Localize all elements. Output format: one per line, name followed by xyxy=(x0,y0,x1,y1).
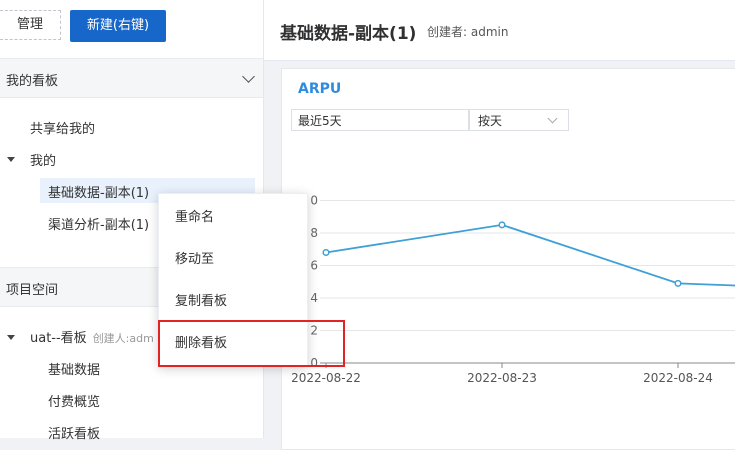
my-boards-header[interactable]: 我的看板 xyxy=(0,58,263,98)
x-tick-label: 2022-08-22 xyxy=(291,371,361,385)
group-creator: 创建人:adm xyxy=(92,332,154,345)
x-tick-label: 2022-08-23 xyxy=(467,371,537,385)
y-tick-label: 4 xyxy=(310,291,318,305)
chevron-down-icon[interactable] xyxy=(242,70,255,83)
group-name: uat--看板 xyxy=(30,331,87,346)
menu-item-rename[interactable]: 重命名 xyxy=(175,206,214,225)
data-point xyxy=(322,248,330,257)
tree-item-basic-data[interactable]: 基础数据 xyxy=(48,359,100,378)
tree-item-pay-overview[interactable]: 付费概览 xyxy=(48,391,100,410)
my-boards-title: 我的看板 xyxy=(6,74,59,89)
manage-button[interactable]: 管理 xyxy=(0,10,61,40)
caret-down-icon[interactable] xyxy=(7,157,15,162)
y-tick-label: 0 xyxy=(310,194,318,208)
tree-item-shared[interactable]: 共享给我的 xyxy=(30,118,95,137)
data-point xyxy=(498,221,506,229)
caret-down-icon[interactable] xyxy=(7,335,15,340)
y-tick-label: 6 xyxy=(310,259,318,273)
highlight-box xyxy=(158,320,345,367)
date-range-select[interactable]: 最近5天 xyxy=(291,109,469,131)
granularity-select[interactable]: 按天 xyxy=(469,109,569,131)
chevron-down-icon[interactable] xyxy=(547,113,558,124)
tree-item-active-board[interactable]: 活跃看板 xyxy=(48,423,100,442)
main-header: 基础数据-副本(1) 创建者: admin xyxy=(264,0,735,61)
tree-item-basic-copy[interactable]: 基础数据-副本(1) xyxy=(48,182,149,201)
page-creator: 创建者: admin xyxy=(427,25,509,39)
tree-item-uat-group[interactable]: uat--看板 创建人:adm xyxy=(30,327,154,346)
data-point xyxy=(674,279,682,287)
series-line xyxy=(325,223,735,287)
menu-item-copy-board[interactable]: 复制看板 xyxy=(175,290,227,309)
page-title: 基础数据-副本(1) xyxy=(280,24,417,44)
new-board-button[interactable]: 新建(右键) xyxy=(70,10,166,42)
menu-item-move-to[interactable]: 移动至 xyxy=(175,248,214,267)
y-tick-label: 8 xyxy=(310,226,318,240)
tree-item-mine[interactable]: 我的 xyxy=(30,150,56,169)
granularity-value: 按天 xyxy=(478,114,503,128)
project-space-title: 项目空间 xyxy=(6,283,59,298)
tree-item-channel-copy[interactable]: 渠道分析-副本(1) xyxy=(48,214,149,233)
chart-title: ARPU xyxy=(298,81,342,97)
x-tick-label: 2022-08-24 xyxy=(643,371,713,385)
